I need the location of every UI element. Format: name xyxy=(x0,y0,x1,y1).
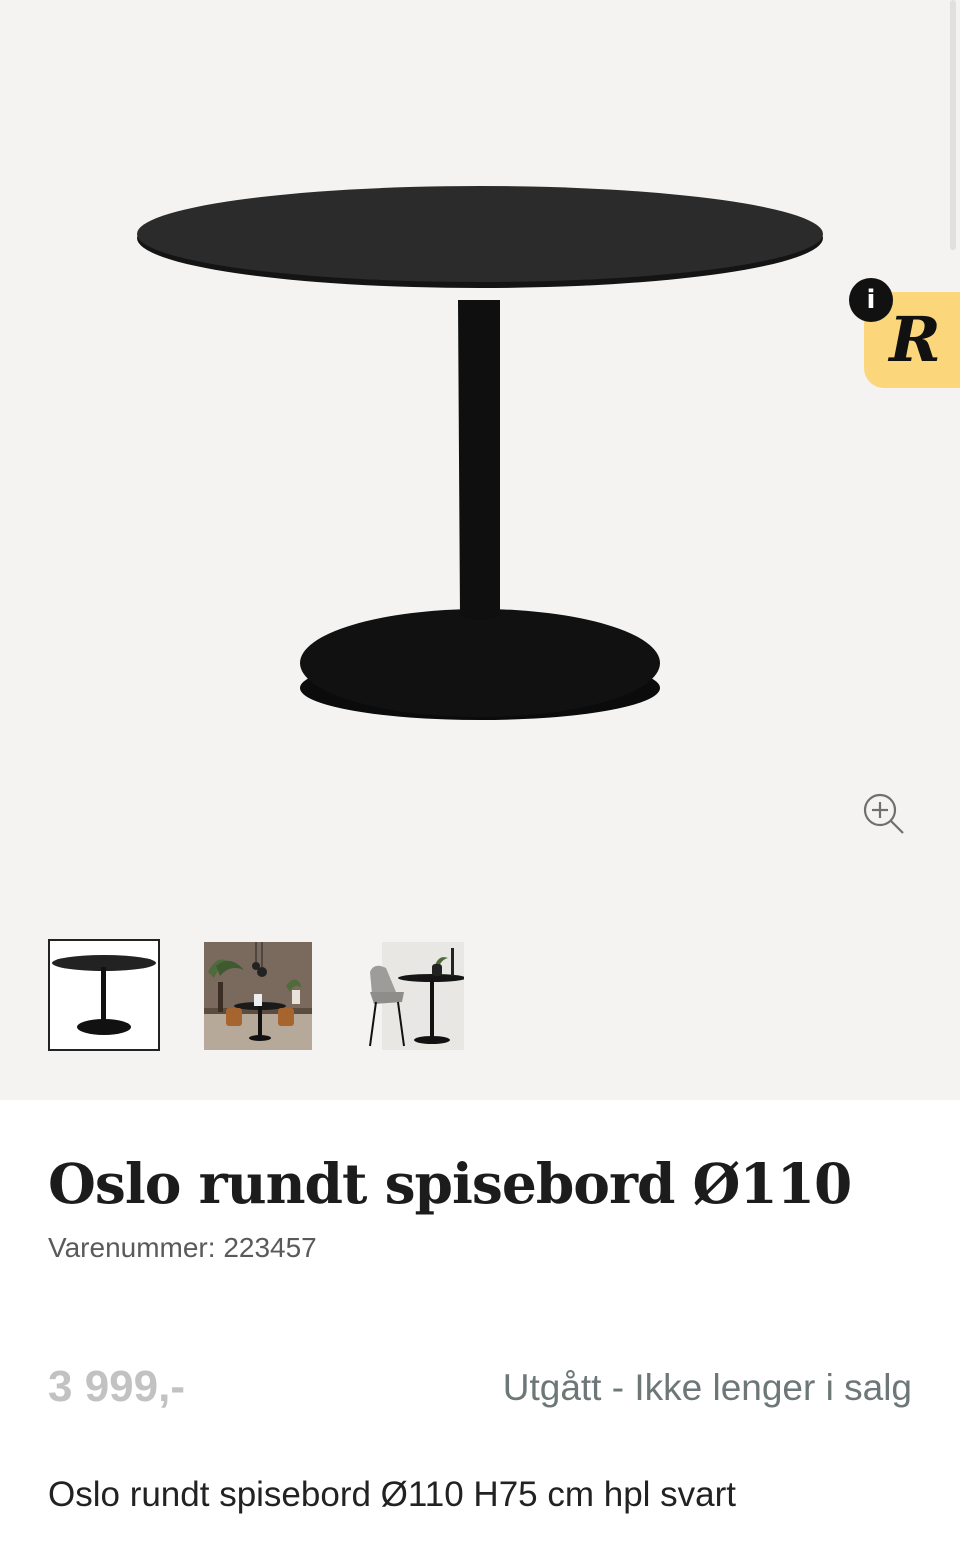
product-title: Oslo rundt spisebord Ø110 xyxy=(48,1151,852,1216)
thumbnail-2[interactable] xyxy=(204,942,312,1050)
thumbnail-table-image xyxy=(50,941,158,1049)
product-price: 3 999,- xyxy=(48,1362,185,1411)
thumbnail-chair-image xyxy=(356,942,466,1050)
info-icon[interactable]: i xyxy=(849,278,893,322)
product-sku: Varenummer: 223457 xyxy=(48,1232,317,1263)
thumbnail-1[interactable] xyxy=(48,939,160,1051)
scrollbar[interactable] xyxy=(950,0,956,250)
thumbnail-dining-room-image xyxy=(204,942,312,1050)
zoom-in-icon[interactable] xyxy=(858,790,906,838)
product-description: Oslo rundt spisebord Ø110 H75 cm hpl sva… xyxy=(48,1475,737,1514)
availability-status: Utgått - Ikke lenger i salg xyxy=(502,1367,912,1408)
thumbnail-3[interactable] xyxy=(356,942,466,1050)
main-product-image[interactable] xyxy=(100,150,860,770)
product-gallery: R i xyxy=(0,0,960,1100)
reviews-logo-letter: R xyxy=(889,303,941,376)
